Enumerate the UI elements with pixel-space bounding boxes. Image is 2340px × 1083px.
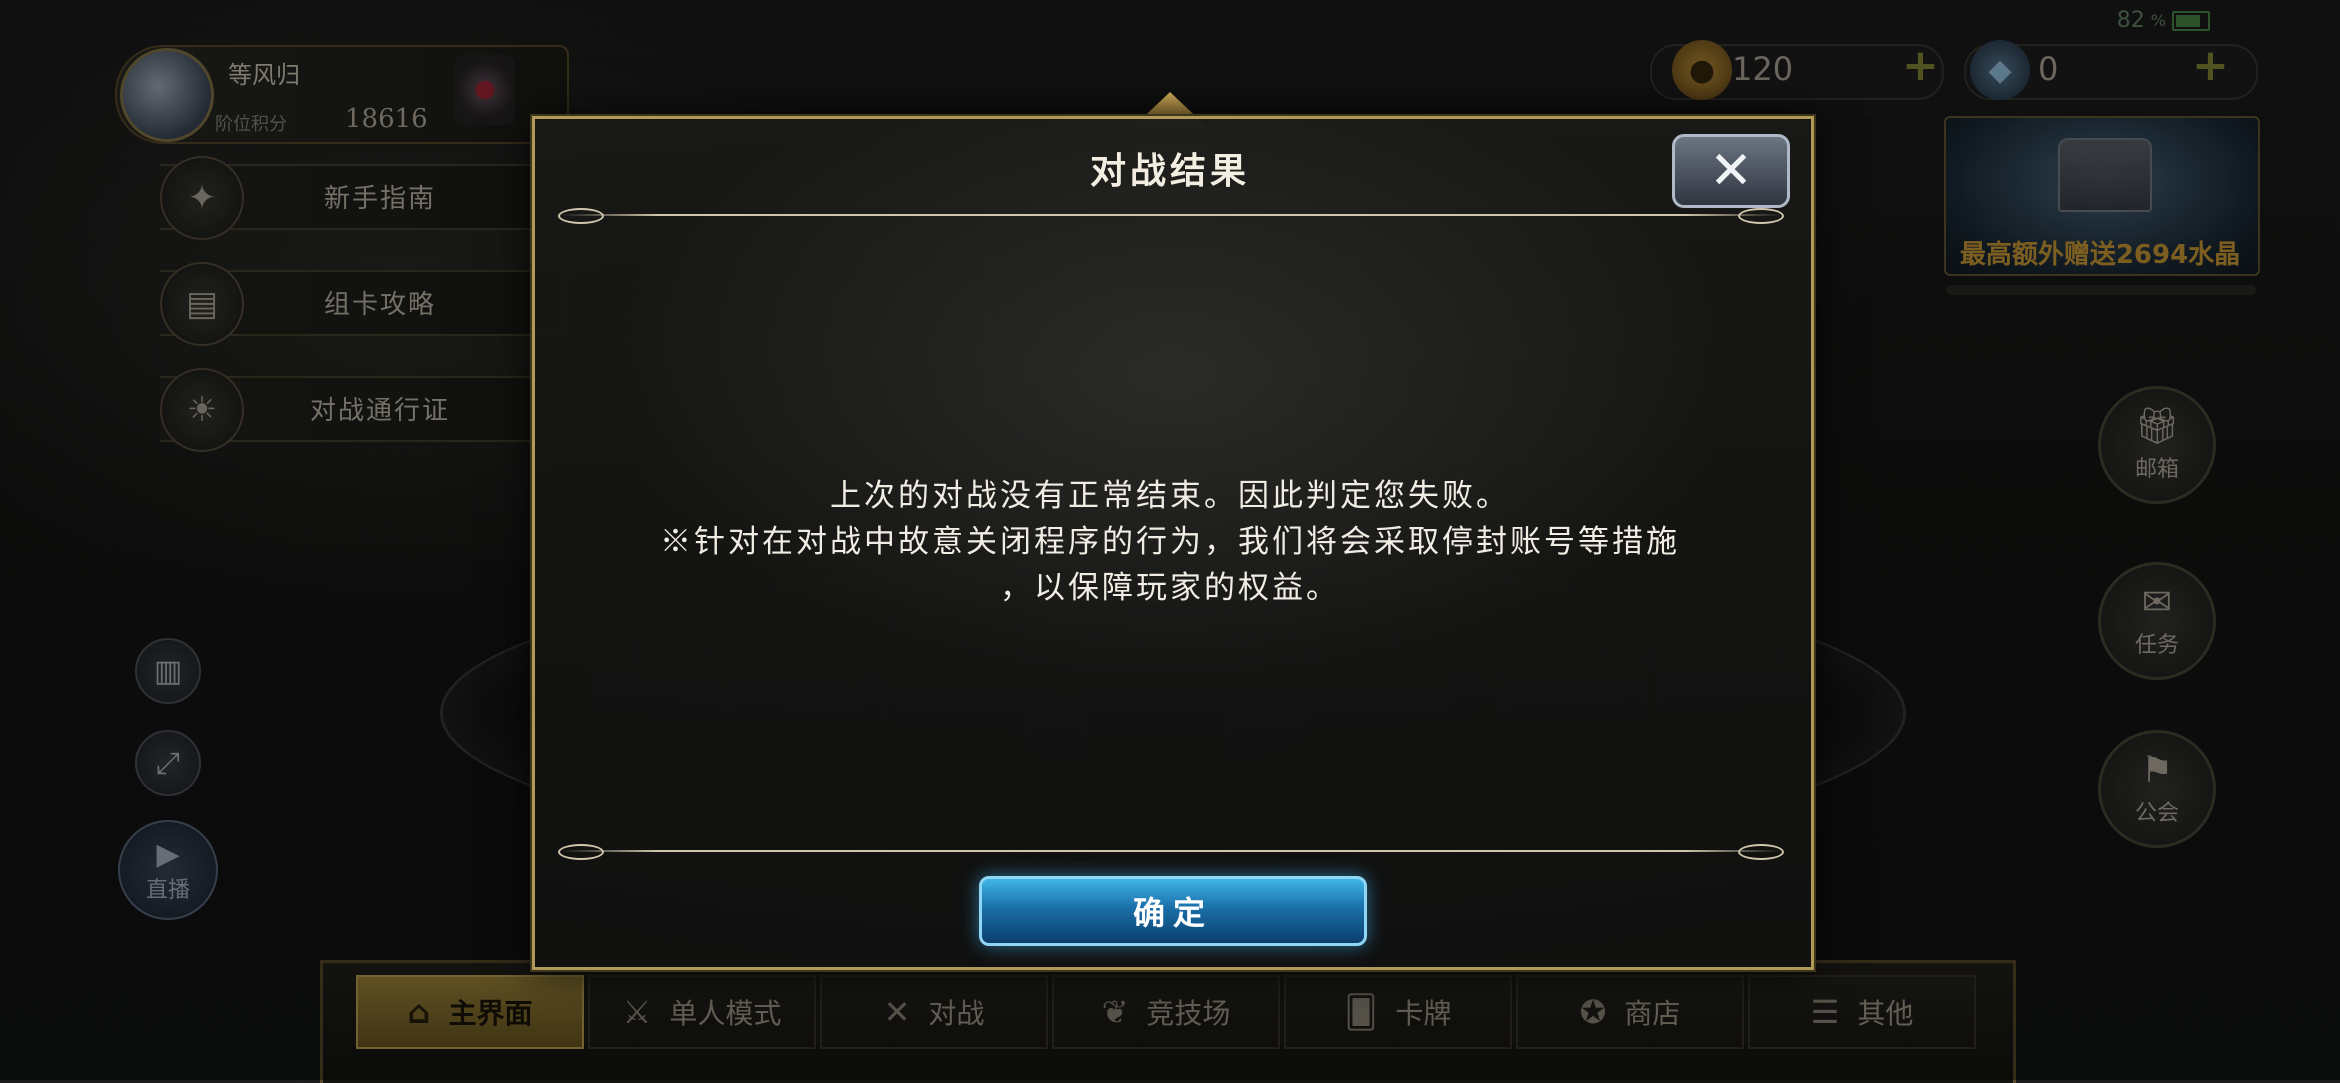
footer-divider [560,850,1782,852]
message-line-2: ※针对在对战中故意关闭程序的行为，我们将会采取停封账号等措施 [660,524,1680,560]
confirm-label: 确定 [1132,894,1213,932]
divider-ornament [558,208,604,224]
close-button[interactable]: ✕ [1672,134,1790,208]
message-line-3: ，以保障玩家的权益。 [1000,570,1340,606]
close-icon: ✕ [1709,141,1753,201]
message-line-1: 上次的对战没有正常结束。因此判定您失败。 [830,478,1510,514]
divider-ornament [1738,844,1784,860]
divider-ornament [1738,208,1784,224]
divider-ornament [558,844,604,860]
confirm-button[interactable]: 确定 [979,876,1367,946]
dialog-title: 对战结果 [1089,150,1250,192]
title-divider [560,214,1782,216]
